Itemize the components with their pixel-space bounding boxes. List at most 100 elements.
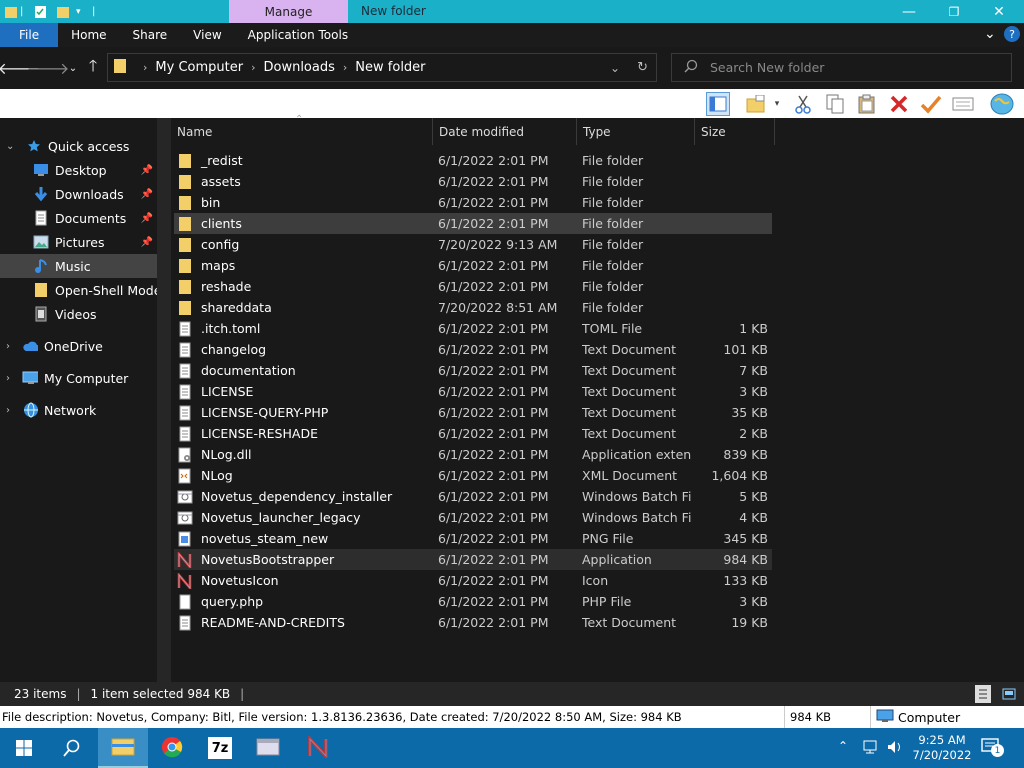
file-row[interactable]: NLog.dll 6/1/2022 2:01 PM Application exte… (174, 444, 772, 465)
breadcrumb-downloads[interactable]: Downloads (263, 60, 334, 75)
expand-icon[interactable]: › (6, 341, 10, 352)
minimize-button[interactable]: — (886, 0, 932, 23)
delete-icon[interactable] (887, 92, 911, 116)
breadcrumb-my-computer[interactable]: My Computer (155, 60, 243, 75)
expand-icon[interactable]: › (6, 373, 10, 384)
nav-item-open-shell-modern[interactable]: Open-Shell Modern (0, 278, 157, 302)
file-row[interactable]: shareddata 7/20/2022 8:51 AM File folder (174, 297, 772, 318)
file-name: novetus_steam_new (201, 531, 329, 546)
file-type-cell: File folder (582, 258, 644, 273)
recent-locations-button[interactable]: ⌄ (62, 57, 84, 79)
file-row[interactable]: clients 6/1/2022 2:01 PM File folder (174, 213, 772, 234)
column-date-modified[interactable]: Date modified (433, 118, 577, 145)
properties-toolbar-icon[interactable] (951, 92, 975, 116)
navigation-pane-icon[interactable] (706, 92, 730, 116)
file-row[interactable]: query.php 6/1/2022 2:01 PM PHP File 3 KB (174, 591, 772, 612)
new-folder-icon[interactable] (56, 3, 70, 20)
taskbar-7zip[interactable]: 7z (196, 728, 244, 768)
taskbar-file-explorer[interactable] (98, 728, 148, 768)
file-row[interactable]: LICENSE-RESHADE 6/1/2022 2:01 PM Text Docu… (174, 423, 772, 444)
file-date-cell: 6/1/2022 2:01 PM (438, 510, 549, 525)
help-icon[interactable]: ? (1004, 26, 1020, 42)
tab-view[interactable]: View (180, 23, 234, 47)
details-view-icon[interactable] (975, 685, 991, 703)
nav-network[interactable]: › Network (0, 398, 157, 422)
large-icons-view-icon[interactable] (1000, 685, 1018, 703)
file-row[interactable]: NovetusIcon 6/1/2022 2:01 PM Icon 133 KB (174, 570, 772, 591)
taskbar-app-window[interactable] (244, 728, 292, 768)
properties-icon[interactable] (34, 3, 48, 20)
pin-icon[interactable]: 📌 (141, 213, 153, 224)
nav-my-computer[interactable]: › My Computer (0, 366, 157, 390)
nav-item-videos[interactable]: Videos (0, 302, 157, 326)
nav-item-documents[interactable]: Documents 📌 (0, 206, 157, 230)
file-row[interactable]: NLog 6/1/2022 2:01 PM XML Document 1,604 KB (174, 465, 772, 486)
nav-quick-access[interactable]: ⌄ Quick access (0, 134, 157, 158)
nav-item-desktop[interactable]: Desktop 📌 (0, 158, 157, 182)
volume-icon[interactable] (886, 739, 904, 758)
close-button[interactable]: ✕ (976, 0, 1022, 23)
text-file-icon (177, 426, 193, 442)
maximize-button[interactable]: ❐ (931, 0, 977, 23)
notifications-icon[interactable]: 1 (980, 736, 1004, 761)
globe-icon[interactable] (990, 92, 1014, 116)
network-tray-icon[interactable] (862, 739, 880, 758)
up-button[interactable]: 🡑 (82, 56, 104, 79)
file-row[interactable]: novetus_steam_new 6/1/2022 2:01 PM PNG Fil… (174, 528, 772, 549)
address-dropdown-icon[interactable]: ⌄ (610, 61, 620, 75)
file-row[interactable]: config 7/20/2022 9:13 AM File folder (174, 234, 772, 255)
file-row[interactable]: assets 6/1/2022 2:01 PM File folder (174, 171, 772, 192)
tray-overflow-icon[interactable]: ⌃ (838, 739, 848, 753)
pin-icon[interactable]: 📌 (141, 237, 153, 248)
tab-share[interactable]: Share (120, 23, 181, 47)
new-folder-toolbar-icon[interactable] (744, 92, 768, 116)
tab-file[interactable]: File (0, 23, 59, 47)
file-row[interactable]: Novetus_launcher_legacy 6/1/2022 2:01 PM W… (174, 507, 772, 528)
file-row[interactable]: bin 6/1/2022 2:01 PM File folder (174, 192, 772, 213)
pin-icon[interactable]: 📌 (141, 189, 153, 200)
file-row[interactable]: reshade 6/1/2022 2:01 PM File folder (174, 276, 772, 297)
taskbar-chrome[interactable] (148, 728, 196, 768)
file-row[interactable]: maps 6/1/2022 2:01 PM File folder (174, 255, 772, 276)
copy-icon[interactable] (823, 92, 847, 116)
cut-icon[interactable] (791, 92, 815, 116)
address-bar[interactable]: › My Computer › Downloads › New folder ⌄… (107, 53, 657, 82)
file-row[interactable]: LICENSE-QUERY-PHP 6/1/2022 2:01 PM Text Do… (174, 402, 772, 423)
file-row[interactable]: .itch.toml 6/1/2022 2:01 PM TOML File 1 KB (174, 318, 772, 339)
folder-icon[interactable] (4, 3, 18, 20)
pane-splitter[interactable] (157, 118, 171, 682)
pin-icon[interactable]: 📌 (141, 165, 153, 176)
expand-ribbon-icon[interactable]: ⌄ (984, 26, 996, 42)
file-row[interactable]: _redist 6/1/2022 2:01 PM File folder (174, 150, 772, 171)
forward-button[interactable]: 🡒 (27, 57, 70, 79)
expand-icon[interactable]: › (6, 405, 10, 416)
breadcrumb-new-folder[interactable]: New folder (355, 60, 425, 75)
qa-customize-icon[interactable]: ▾ (76, 3, 81, 20)
taskbar-novetus[interactable] (294, 728, 342, 768)
column-size[interactable]: Size (695, 118, 775, 145)
column-type[interactable]: Type (577, 118, 695, 145)
file-row[interactable]: README-AND-CREDITS 6/1/2022 2:01 PM Text D… (174, 612, 772, 633)
file-row[interactable]: documentation 6/1/2022 2:01 PM Text Docume… (174, 360, 772, 381)
file-row[interactable]: LICENSE 6/1/2022 2:01 PM Text Document 3 KB (174, 381, 772, 402)
refresh-icon[interactable]: ↻ (637, 60, 648, 75)
file-row[interactable]: NovetusBootstrapper 6/1/2022 2:01 PM Appli… (174, 549, 772, 570)
tab-home[interactable]: Home (58, 23, 119, 47)
search-button[interactable] (48, 728, 96, 768)
search-input[interactable]: Search New folder (671, 53, 1012, 82)
file-row[interactable]: changelog 6/1/2022 2:01 PM Text Document 10… (174, 339, 772, 360)
column-name[interactable]: Name ⌃ (171, 114, 433, 145)
paste-icon[interactable] (855, 92, 879, 116)
new-dropdown-icon[interactable]: ▾ (770, 92, 784, 116)
clock[interactable]: 9:25 AM 7/20/2022 (912, 733, 972, 763)
manage-tab[interactable]: Manage (229, 0, 348, 23)
start-button[interactable] (0, 728, 48, 768)
nav-item-music[interactable]: Music (0, 254, 157, 278)
tab-application-tools[interactable]: Application Tools (235, 23, 361, 47)
nav-item-downloads[interactable]: Downloads 📌 (0, 182, 157, 206)
nav-onedrive[interactable]: › OneDrive (0, 334, 157, 358)
file-row[interactable]: Novetus_dependency_installer 6/1/2022 2:0… (174, 486, 772, 507)
nav-item-pictures[interactable]: Pictures 📌 (0, 230, 157, 254)
rename-checkmark-icon[interactable] (919, 92, 943, 116)
expand-icon[interactable]: ⌄ (6, 141, 14, 152)
